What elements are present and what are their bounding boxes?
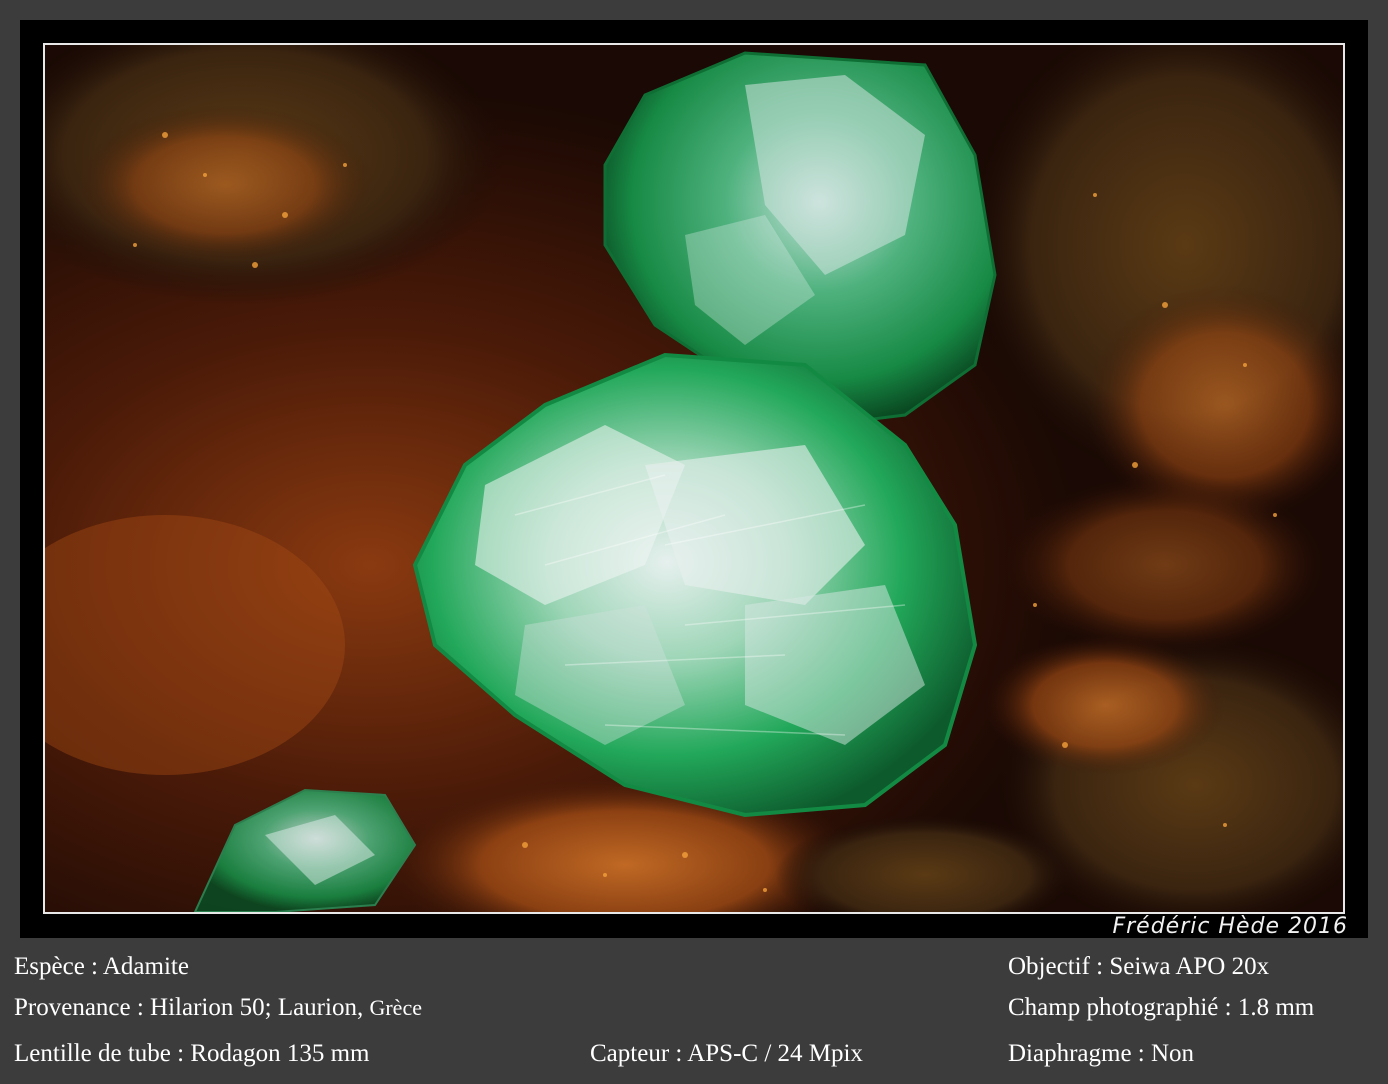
adamite-crystal-image <box>45 45 1343 912</box>
caption-provenance-country: Grèce <box>369 995 422 1020</box>
caption-species: Espèce : Adamite <box>14 953 189 980</box>
caption-provenance-main: Provenance : Hilarion 50; Laurion, <box>14 994 364 1021</box>
caption-aperture: Diaphragme : Non <box>1008 1040 1195 1067</box>
caption-objective: Objectif : Seiwa APO 20x <box>1008 953 1270 980</box>
caption-field-of-view: Champ photographié : 1.8 mm <box>1008 994 1315 1021</box>
caption-tube-lens: Lentille de tube : Rodagon 135 mm <box>14 1040 370 1067</box>
photographer-signature: Frédéric Hède 2016 <box>1112 914 1348 939</box>
caption-sensor: Capteur : APS-C / 24 Mpix <box>590 1040 863 1067</box>
photo-card: Frédéric Hède 2016 Espèce : Adamite Prov… <box>0 0 1388 1084</box>
caption-provenance: Provenance : Hilarion 50; Laurion, Grèce <box>14 994 422 1022</box>
mineral-photo <box>43 43 1345 914</box>
